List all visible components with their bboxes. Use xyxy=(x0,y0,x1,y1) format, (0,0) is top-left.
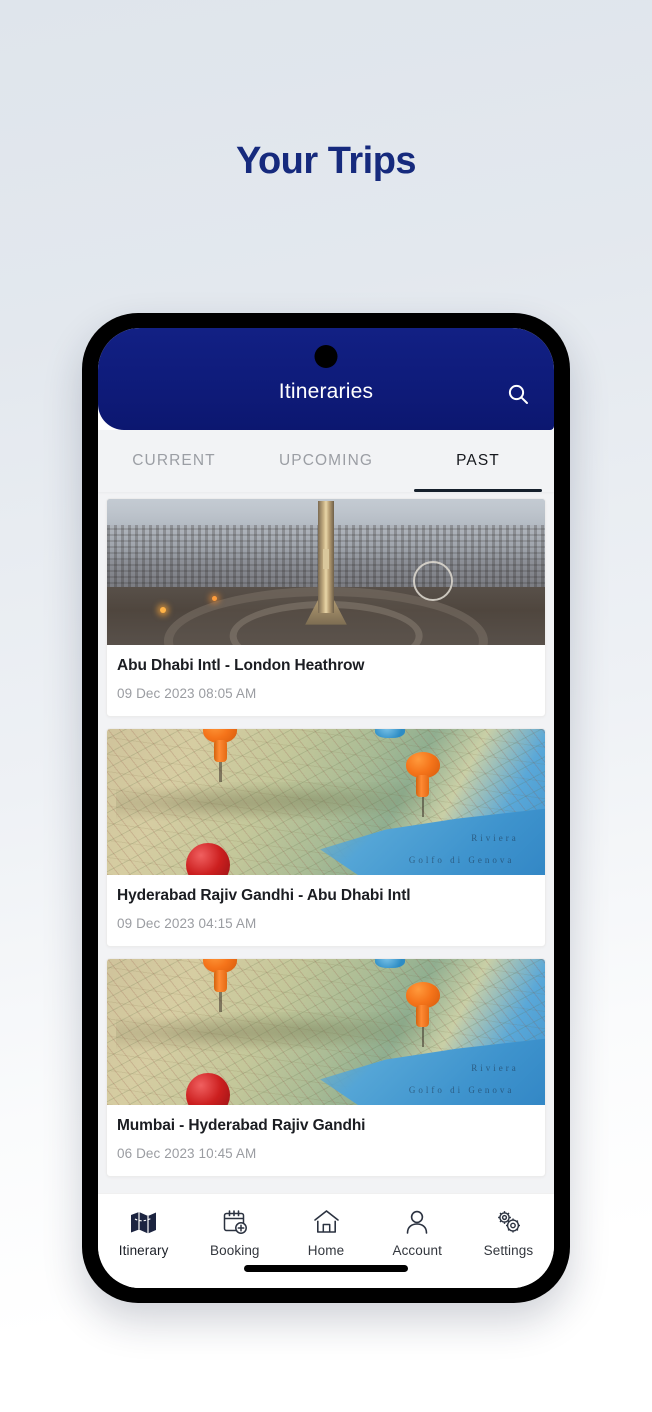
tab-current-label: CURRENT xyxy=(132,452,216,469)
trip-date: 09 Dec 2023 04:15 AM xyxy=(117,916,257,931)
trip-date: 09 Dec 2023 08:05 AM xyxy=(117,686,257,701)
tab-upcoming[interactable]: UPCOMING xyxy=(250,430,402,492)
nav-label-booking: Booking xyxy=(210,1243,260,1258)
trip-card-image: Riviera Golfo di Genova xyxy=(107,959,545,1105)
trip-card-body: Abu Dhabi Intl - London Heathrow 09 Dec … xyxy=(107,645,545,716)
phone-mockup: Itineraries CURRENT UPCOMING PAST Abu Dh… xyxy=(82,313,570,1303)
home-indicator[interactable] xyxy=(244,1265,408,1272)
trip-card[interactable]: Riviera Golfo di Genova Hyderabad Rajiv … xyxy=(106,728,546,947)
pushpin-orange-left xyxy=(203,959,238,1013)
nav-item-itinerary[interactable]: Itinerary xyxy=(98,1207,189,1258)
person-icon xyxy=(404,1207,430,1237)
pushpin-red xyxy=(185,842,230,875)
nav-item-account[interactable]: Account xyxy=(372,1207,463,1258)
camera-notch-icon xyxy=(314,345,338,368)
nav-item-settings[interactable]: Settings xyxy=(463,1207,554,1258)
nav-label-account: Account xyxy=(392,1243,442,1258)
app-title: Itineraries xyxy=(278,380,374,403)
app-header: Itineraries xyxy=(98,328,554,430)
trip-title: Abu Dhabi Intl - London Heathrow xyxy=(117,657,365,674)
map-label-riviera: Riviera xyxy=(471,1062,519,1073)
search-icon xyxy=(508,384,528,404)
monument-tip xyxy=(323,549,329,570)
pushpin-red xyxy=(185,1072,230,1105)
bottom-navigation: Itinerary Booking Home Account Settings xyxy=(98,1193,554,1288)
home-icon xyxy=(313,1207,340,1237)
tab-bar: CURRENT UPCOMING PAST xyxy=(98,430,554,492)
map-label-riviera: Riviera xyxy=(471,832,519,843)
ferris-wheel-icon xyxy=(413,561,454,602)
trip-card-image: Riviera Golfo di Genova xyxy=(107,729,545,875)
nav-item-home[interactable]: Home xyxy=(280,1207,371,1258)
trip-date: 06 Dec 2023 10:45 AM xyxy=(117,1146,257,1161)
trip-card-image xyxy=(107,499,545,645)
map-terrain xyxy=(115,1011,432,1056)
tab-current[interactable]: CURRENT xyxy=(98,430,250,492)
pushpin-blue xyxy=(374,959,405,968)
trip-list[interactable]: Abu Dhabi Intl - London Heathrow 09 Dec … xyxy=(98,492,554,1233)
pushpin-blue xyxy=(374,729,405,738)
trip-title: Hyderabad Rajiv Gandhi - Abu Dhabi Intl xyxy=(117,887,411,904)
trip-title: Mumbai - Hyderabad Rajiv Gandhi xyxy=(117,1117,366,1134)
city-light xyxy=(159,606,166,613)
calendar-add-icon xyxy=(222,1207,248,1237)
page-title: Your Trips xyxy=(235,140,417,182)
phone-screen: Itineraries CURRENT UPCOMING PAST Abu Dh… xyxy=(98,328,554,1288)
trip-card-body: Mumbai - Hyderabad Rajiv Gandhi 06 Dec 2… xyxy=(107,1105,545,1176)
nav-label-itinerary: Itinerary xyxy=(118,1243,169,1258)
trip-card[interactable]: Riviera Golfo di Genova Mumbai - Hyderab… xyxy=(106,958,546,1177)
tab-past-label: PAST xyxy=(456,452,500,469)
tab-past[interactable]: PAST xyxy=(402,430,554,492)
trip-card[interactable]: Abu Dhabi Intl - London Heathrow 09 Dec … xyxy=(106,498,546,717)
map-label-sea: Golfo di Genova xyxy=(408,1084,515,1095)
map-label-sea: Golfo di Genova xyxy=(408,854,515,865)
map-terrain xyxy=(115,781,432,826)
tab-upcoming-label: UPCOMING xyxy=(278,452,374,469)
trip-card-body: Hyderabad Rajiv Gandhi - Abu Dhabi Intl … xyxy=(107,875,545,946)
pushpin-orange-right xyxy=(405,752,440,818)
pushpin-orange-right xyxy=(405,982,440,1048)
map-icon xyxy=(130,1207,157,1237)
pushpin-orange-left xyxy=(203,729,238,783)
nav-label-settings: Settings xyxy=(483,1243,534,1258)
nav-label-home: Home xyxy=(307,1243,345,1258)
search-button[interactable] xyxy=(502,378,534,410)
nav-item-booking[interactable]: Booking xyxy=(189,1207,280,1258)
gears-icon xyxy=(495,1207,522,1237)
